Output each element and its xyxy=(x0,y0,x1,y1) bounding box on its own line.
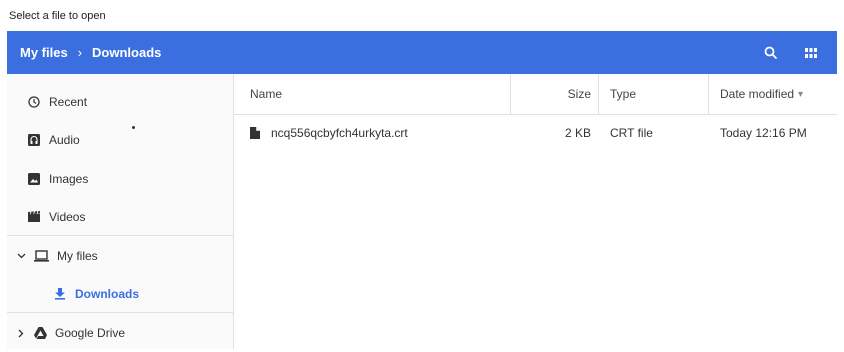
sidebar-item-videos[interactable]: Videos xyxy=(7,198,233,236)
grid-view-icon xyxy=(805,47,817,58)
sidebar-item-audio[interactable]: Audio xyxy=(7,121,233,159)
image-icon xyxy=(27,172,41,186)
sidebar-item-label: Downloads xyxy=(75,287,140,301)
laptop-icon xyxy=(33,249,49,263)
file-list: Name Size Type Date modified ▾ ncq556qcb… xyxy=(234,74,837,349)
file-date-cell: Today 12:16 PM xyxy=(720,114,807,152)
column-divider[interactable] xyxy=(708,74,709,114)
breadcrumb-separator: › xyxy=(77,45,83,60)
file-type: CRT file xyxy=(610,126,653,140)
table-row[interactable]: ncq556qcbyfch4urkyta.crt 2 KB CRT file T… xyxy=(234,114,837,152)
sidebar-item-label: Recent xyxy=(49,95,88,109)
breadcrumb-my-files[interactable]: My files xyxy=(20,45,68,60)
sort-arrow-icon: ▾ xyxy=(798,88,804,100)
audio-icon xyxy=(27,133,41,147)
search-button[interactable] xyxy=(751,33,791,73)
video-icon xyxy=(27,210,41,224)
search-icon xyxy=(764,46,778,59)
sidebar-item-google-drive[interactable]: Google Drive xyxy=(7,314,233,352)
column-header-type[interactable]: Type xyxy=(610,74,636,114)
breadcrumb: My files › Downloads xyxy=(20,45,161,60)
app-bar-actions xyxy=(751,33,837,73)
column-header-name[interactable]: Name xyxy=(250,74,282,114)
sidebar-item-downloads[interactable]: Downloads xyxy=(7,275,233,313)
sidebar-item-label: Images xyxy=(49,172,89,186)
file-type-cell: CRT file xyxy=(610,114,653,152)
file-size-cell: 2 KB xyxy=(511,114,591,152)
sidebar: Recent Audio Images Videos My files Down… xyxy=(7,74,234,349)
sidebar-item-label: Audio xyxy=(49,133,80,147)
sidebar-divider xyxy=(7,312,233,313)
dialog-title: Select a file to open xyxy=(9,10,106,22)
file-icon xyxy=(250,127,260,139)
sidebar-item-my-files[interactable]: My files xyxy=(7,237,233,275)
sidebar-item-images[interactable]: Images xyxy=(7,160,233,198)
column-divider[interactable] xyxy=(598,74,599,114)
file-date: Today 12:16 PM xyxy=(720,126,807,140)
file-name-cell: ncq556qcbyfch4urkyta.crt xyxy=(250,114,408,152)
breadcrumb-downloads[interactable]: Downloads xyxy=(92,45,161,60)
grid-view-button[interactable] xyxy=(791,33,831,73)
sidebar-item-recent[interactable]: Recent xyxy=(7,83,233,121)
sidebar-item-label: Google Drive xyxy=(55,326,126,340)
clock-icon xyxy=(27,95,41,109)
sidebar-divider xyxy=(7,235,233,236)
column-label: Type xyxy=(610,87,637,101)
column-label: Date modified xyxy=(720,87,795,101)
chevron-right-icon[interactable] xyxy=(15,327,27,339)
column-label: Size xyxy=(567,87,591,101)
download-icon xyxy=(53,287,67,301)
chevron-down-icon[interactable] xyxy=(15,250,27,262)
file-name: ncq556qcbyfch4urkyta.crt xyxy=(271,126,408,140)
file-size: 2 KB xyxy=(564,126,591,140)
sidebar-item-label: Videos xyxy=(49,210,86,224)
google-drive-icon xyxy=(33,326,47,340)
column-header-size[interactable]: Size xyxy=(511,74,591,114)
app-bar: My files › Downloads xyxy=(7,31,837,74)
column-header: Name Size Type Date modified ▾ xyxy=(234,74,837,115)
column-label: Name xyxy=(250,87,283,101)
sidebar-item-label: My files xyxy=(57,249,98,263)
column-header-date[interactable]: Date modified ▾ xyxy=(720,74,803,114)
